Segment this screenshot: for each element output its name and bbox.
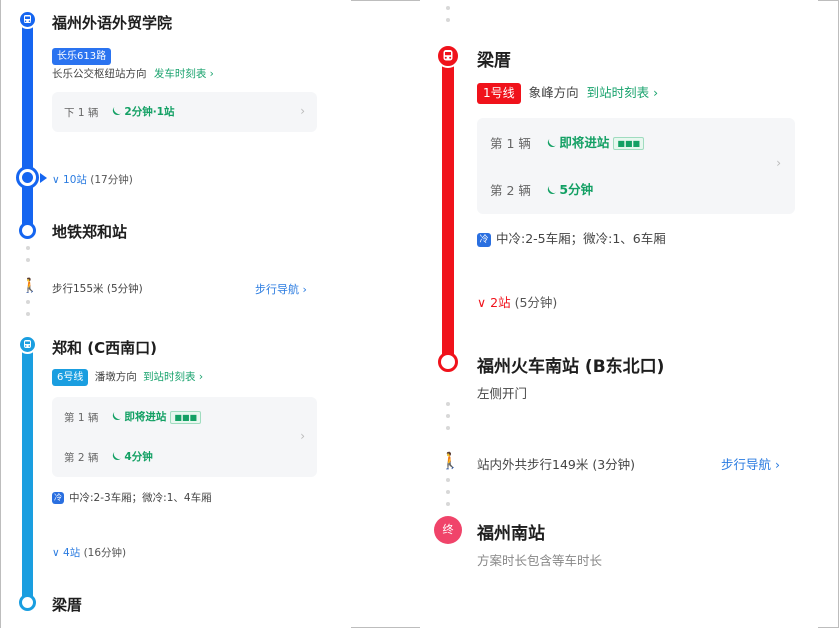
walk-icon: 🚶 xyxy=(440,451,460,470)
metro1-alight-node xyxy=(438,352,458,372)
metro1-car1-label: 第 1 辆 xyxy=(490,136,531,151)
walk-nav-link[interactable]: 步行导航 › xyxy=(255,281,307,297)
route-segment-panel-left: 福州外语外贸学院 长乐613路 长乐公交枢纽站方向 发车时刻表 › 下 1 辆 … xyxy=(1,0,351,628)
metro1-board-station: 梁厝 xyxy=(477,51,511,71)
metro1-stops-count: 2站 xyxy=(490,295,511,310)
walk-path-dots xyxy=(26,246,30,270)
bus-next-eta-row: ❨2分钟·1站 xyxy=(109,104,175,120)
bus-next-label: 下 1 辆 xyxy=(64,107,99,119)
walk-path-dots xyxy=(446,402,450,438)
bus-line-badge[interactable]: 长乐613路 xyxy=(52,48,112,65)
play-arrow-icon xyxy=(40,173,47,183)
metro1-stops-duration: (5分钟) xyxy=(514,295,558,310)
end-station-name: 福州南站 xyxy=(477,524,545,544)
bus-icon xyxy=(18,10,37,29)
metro6-direction: 潘墩方向 xyxy=(94,371,137,383)
walk-icon: 🚶 xyxy=(21,278,39,294)
metro6-stops-duration: (16分钟) xyxy=(83,547,127,559)
bus-direction: 长乐公交枢纽站方向 xyxy=(52,68,147,80)
realtime-signal-icon: ❨ xyxy=(109,105,124,120)
metro1-arrival-card[interactable]: 第 1 辆 ❨即将进站 ■■■ 第 2 辆 ❨5分钟 › xyxy=(477,118,795,214)
bus-next-eta: 2分钟·1站 xyxy=(124,106,175,118)
metro6-board-station: 郑和 (C西南口) xyxy=(52,339,157,357)
metro6-aircon-row: 冷中冷:2-3车厢；微冷:1、4车厢 xyxy=(52,490,212,505)
metro6-line-bar xyxy=(22,338,33,606)
metro1-car2-eta: 5分钟 xyxy=(559,182,594,197)
metro6-car2-row: ❨4分钟 xyxy=(109,449,153,465)
bus-arrival-card[interactable]: 下 1 辆 ❨2分钟·1站 › xyxy=(52,92,317,132)
chevron-down-icon: ∨ xyxy=(52,547,60,559)
metro6-line-row: 6号线 潘墩方向 到站时刻表 › xyxy=(52,369,203,386)
realtime-signal-icon: ❨ xyxy=(109,450,124,465)
bus-alight-node xyxy=(19,222,36,239)
route-segment-panel-right: 梁厝 1号线 象峰方向 到站时刻表 › 第 1 辆 ❨即将进站 ■■■ 第 2 辆… xyxy=(420,0,818,628)
bus-alight-station: 地铁郑和站 xyxy=(52,223,128,241)
train-car-tag: ■■■ xyxy=(170,410,202,424)
bus-stops-duration: (17分钟) xyxy=(90,174,133,186)
metro6-stops-count: 4站 xyxy=(63,547,81,559)
metro6-car2-eta: 4分钟 xyxy=(124,451,153,463)
end-marker-icon: 终 xyxy=(434,516,462,544)
metro1-car1-row: ❨即将进站 ■■■ xyxy=(544,132,645,152)
metro6-car1-label: 第 1 辆 xyxy=(64,412,99,424)
metro6-aircon-info: 中冷:2-3车厢；微冷:1、4车厢 xyxy=(69,492,212,504)
metro6-stops-toggle[interactable]: ∨ 4站 (16分钟) xyxy=(52,545,126,560)
aircon-icon: 冷 xyxy=(477,232,491,247)
metro6-timetable-link[interactable]: 到站时刻表 › xyxy=(143,371,203,383)
bus-timetable-link[interactable]: 发车时刻表 › xyxy=(154,68,214,80)
walk-distance: 站内外共步行149米 (3分钟) xyxy=(477,457,636,472)
metro1-line-badge[interactable]: 1号线 xyxy=(477,83,521,104)
metro6-car1-eta: 即将进站 xyxy=(124,411,167,423)
walk-path-dots-2 xyxy=(446,478,450,514)
metro1-direction: 象峰方向 xyxy=(528,85,579,100)
chevron-right-icon: › xyxy=(300,104,305,118)
metro1-line-row: 1号线 象峰方向 到站时刻表 › xyxy=(477,82,658,104)
metro1-stops-toggle[interactable]: ∨ 2站 (5分钟) xyxy=(477,292,557,311)
transfer-path-dots xyxy=(446,6,450,30)
start-station-name: 福州外语外贸学院 xyxy=(52,14,173,32)
metro1-car1-eta: 即将进站 xyxy=(559,135,610,150)
walk-path-dots-2 xyxy=(26,300,30,324)
train-car-tag: ■■■ xyxy=(613,137,645,150)
chevron-down-icon: ∨ xyxy=(477,295,487,310)
metro6-car2-label: 第 2 辆 xyxy=(64,452,99,464)
chevron-down-icon: ∨ xyxy=(52,174,60,186)
metro1-line-bar xyxy=(442,48,454,364)
realtime-signal-icon: ❨ xyxy=(109,410,124,425)
metro-icon xyxy=(18,335,37,354)
metro6-line-badge[interactable]: 6号线 xyxy=(52,369,89,386)
bus-stops-count: 10站 xyxy=(63,174,87,186)
walk-nav-link[interactable]: 步行导航 › xyxy=(721,454,780,473)
realtime-signal-icon: ❨ xyxy=(544,137,559,152)
walk-distance: 步行155米 (5分钟) xyxy=(52,283,143,295)
bus-direction-row: 长乐公交枢纽站方向 发车时刻表 › xyxy=(52,66,214,81)
bus-line-row: 长乐613路 xyxy=(52,44,112,65)
metro6-alight-node xyxy=(19,594,36,611)
metro1-car2-row: ❨5分钟 xyxy=(544,179,594,199)
metro6-car1-row: ❨即将进站 ■■■ xyxy=(109,409,202,425)
metro6-transfer-station: 梁厝 xyxy=(52,596,83,614)
chevron-right-icon: › xyxy=(300,429,305,443)
metro6-arrival-card[interactable]: 第 1 辆 ❨即将进站 ■■■ 第 2 辆 ❨4分钟 › xyxy=(52,397,317,477)
bus-stops-toggle[interactable]: ∨ 10站 (17分钟) xyxy=(52,172,133,187)
end-note: 方案时长包含等车时长 xyxy=(477,553,603,568)
realtime-signal-icon: ❨ xyxy=(544,184,559,199)
aircon-icon: 冷 xyxy=(52,492,64,504)
door-side-note: 左侧开门 xyxy=(477,386,528,401)
bus-line-bar xyxy=(22,14,33,236)
metro1-car2-label: 第 2 辆 xyxy=(490,183,531,198)
metro-icon xyxy=(436,44,460,68)
chevron-right-icon: › xyxy=(776,156,781,170)
metro1-aircon-row: 冷中冷:2-5车厢；微冷:1、6车厢 xyxy=(477,228,666,247)
metro1-timetable-link[interactable]: 到站时刻表 › xyxy=(587,85,658,100)
metro1-aircon-info: 中冷:2-5车厢；微冷:1、6车厢 xyxy=(496,231,666,246)
expand-stops-node[interactable] xyxy=(16,166,39,189)
metro1-alight-station: 福州火车南站 (B东北口) xyxy=(477,357,665,377)
